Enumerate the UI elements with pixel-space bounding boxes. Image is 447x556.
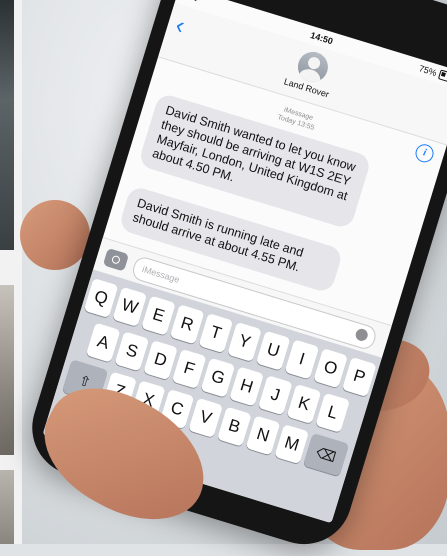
key[interactable]: D: [143, 340, 178, 381]
key[interactable]: U: [255, 330, 291, 371]
key[interactable]: A: [85, 322, 121, 363]
left-photo-middle: [0, 285, 14, 455]
key[interactable]: N: [245, 415, 281, 456]
key[interactable]: H: [229, 366, 264, 407]
key[interactable]: B: [216, 406, 252, 447]
camera-icon[interactable]: [102, 247, 130, 272]
key[interactable]: E: [141, 295, 176, 336]
delete-key[interactable]: ⌫: [302, 432, 350, 477]
left-photo-top: [0, 0, 14, 250]
key[interactable]: W: [112, 286, 148, 327]
key[interactable]: P: [341, 356, 377, 398]
key[interactable]: J: [257, 375, 293, 416]
key[interactable]: M: [274, 424, 310, 465]
left-photo-strip: [0, 0, 22, 544]
key[interactable]: O: [313, 348, 348, 389]
key[interactable]: Q: [83, 278, 119, 319]
hand-left-finger: [20, 200, 90, 270]
key[interactable]: I: [284, 339, 320, 380]
battery-icon: [437, 69, 447, 85]
left-photo-bottom: [0, 470, 14, 544]
key[interactable]: R: [169, 304, 205, 345]
key[interactable]: G: [200, 357, 236, 398]
key[interactable]: S: [114, 331, 150, 372]
battery-percent: 75%: [417, 63, 438, 79]
key[interactable]: V: [188, 397, 224, 438]
key[interactable]: K: [286, 383, 322, 425]
back-chevron-icon[interactable]: ‹: [172, 12, 193, 40]
key[interactable]: T: [198, 313, 234, 354]
key[interactable]: L: [315, 392, 351, 433]
